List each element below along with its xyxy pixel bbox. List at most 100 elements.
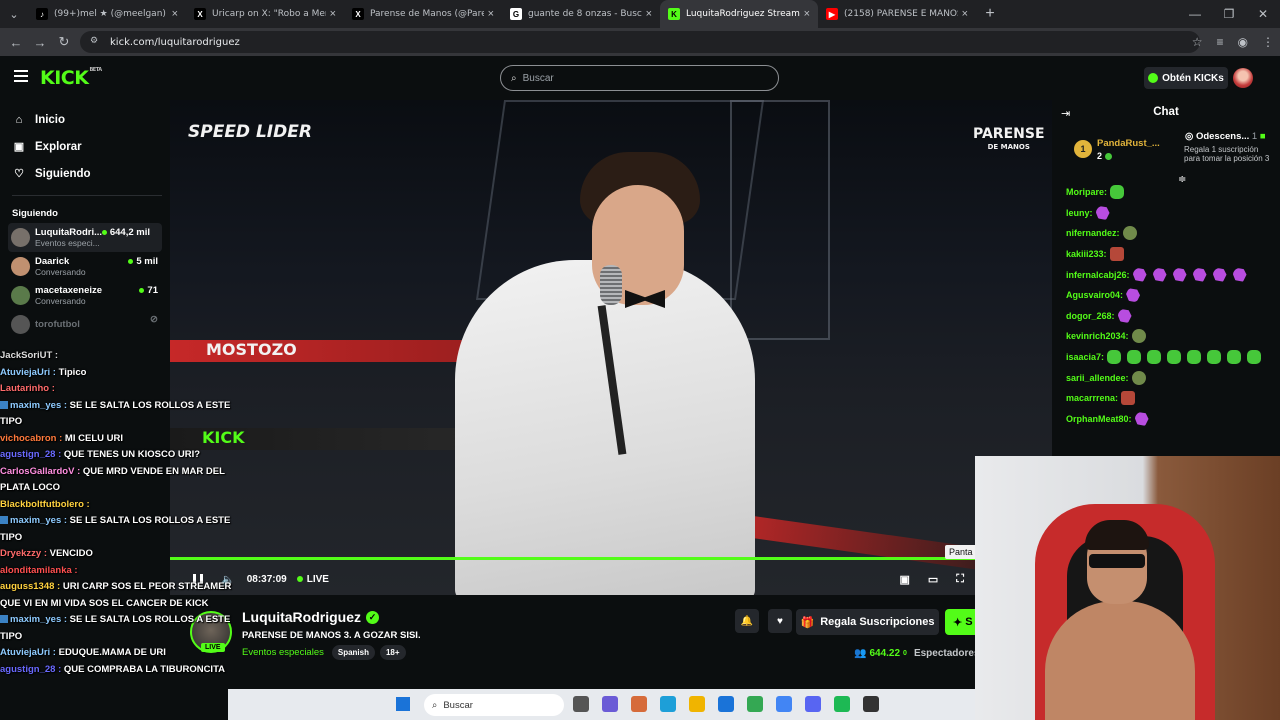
following-channel[interactable]: Daarick Conversando 5 mil xyxy=(0,252,170,281)
get-kicks-button[interactable]: Obtén KICKs xyxy=(1144,67,1228,89)
browser-tab[interactable]: ♪ (99+)mel ★ (@meelgan) | TikTo × xyxy=(28,0,186,28)
chat-username[interactable]: sarii_allendee: xyxy=(1066,368,1129,388)
taskbar-app-icon[interactable] xyxy=(805,696,821,712)
hamburger-menu-icon[interactable] xyxy=(14,70,28,82)
tab-search-button[interactable]: ⌄ xyxy=(0,0,28,28)
chat-username[interactable]: nifernandez: xyxy=(1066,223,1120,243)
gifter-leader[interactable]: ◎ Odescens... 1 ■ xyxy=(1185,131,1266,142)
taskbar-app-icon[interactable] xyxy=(747,696,763,712)
chat-username[interactable]: leuny: xyxy=(1066,203,1093,223)
video-player[interactable]: MOSTOZO KICK SPEED LIDER PARENSE DE MANO… xyxy=(170,100,1052,595)
browser-tab[interactable]: ▶ (2158) PARENSE E MANOS - Yo × xyxy=(818,0,976,28)
tag-language[interactable]: Spanish xyxy=(331,645,375,660)
platform-icon xyxy=(0,615,8,624)
category-link[interactable]: Eventos especiales xyxy=(242,647,324,658)
overlay-username: maxim_yes : xyxy=(10,515,68,526)
miniplayer-icon[interactable]: ▣ xyxy=(899,573,909,586)
gift-cta[interactable]: Regala 1 suscripción para tomar la posic… xyxy=(1184,145,1274,163)
overlay-username: Lautarinho : xyxy=(0,383,55,394)
taskbar-app-icon[interactable] xyxy=(834,696,850,712)
reading-list-icon[interactable]: ≡ xyxy=(1217,35,1224,49)
taskbar-app-icon[interactable] xyxy=(718,696,734,712)
notification-bell-icon[interactable]: 🔔 xyxy=(735,609,759,633)
streamer-name[interactable]: LuquitaRodriguez ✓ xyxy=(242,609,379,625)
overlay-chat-line: vichocabron : MI CELU URI xyxy=(0,431,232,448)
taskbar-app-icon[interactable] xyxy=(776,696,792,712)
emote-icon xyxy=(1212,267,1227,282)
back-arrow-icon[interactable]: ← xyxy=(4,35,28,50)
following-channel[interactable]: LuquitaRodri... Eventos especi... 644,2 … xyxy=(8,223,162,252)
tab-close-icon[interactable]: × xyxy=(646,8,652,20)
chat-message: leuny: xyxy=(1066,203,1276,224)
chat-username[interactable]: OrphanMeat80: xyxy=(1066,409,1132,429)
chat-message: nifernandez: xyxy=(1066,223,1276,244)
taskbar-app-icon[interactable] xyxy=(863,696,879,712)
chat-username[interactable]: kevinrich2034: xyxy=(1066,326,1129,346)
windows-start-icon[interactable] xyxy=(396,697,410,711)
site-info-icon[interactable]: ⚙ xyxy=(90,36,102,48)
following-channel[interactable]: torofutbol ⊘ xyxy=(0,310,170,339)
chat-username[interactable]: infernalcabj26: xyxy=(1066,265,1130,285)
overlay-username: CarlosGallardoV : xyxy=(0,465,81,477)
gift-subs-button[interactable]: 🎁 Regala Suscripciones xyxy=(796,609,939,635)
chat-username[interactable]: kakiii233: xyxy=(1066,244,1107,264)
browser-tab[interactable]: X Uricarp on X: "Robo a Memuel" × xyxy=(186,0,344,28)
emote-icon xyxy=(1227,350,1242,365)
browser-tab[interactable]: X Parense de Manos (@ParenseD × xyxy=(344,0,502,28)
taskbar-app-icon[interactable] xyxy=(689,696,705,712)
tab-close-icon[interactable]: × xyxy=(962,8,968,20)
bookmark-star-icon[interactable]: ☆ xyxy=(1192,35,1203,49)
tab-close-icon[interactable]: × xyxy=(488,8,494,20)
taskbar-app-icon[interactable] xyxy=(602,696,618,712)
following-channel[interactable]: macetaxeneize Conversando 71 xyxy=(0,281,170,310)
kicks-coin-icon xyxy=(1148,73,1159,83)
video-progress-bar[interactable] xyxy=(170,557,1052,560)
restore-icon[interactable]: ❐ xyxy=(1212,7,1246,21)
overlay-chat-line: Lautarinho : xyxy=(0,381,232,398)
emote-icon xyxy=(1187,350,1202,365)
profile-icon[interactable]: ◉ xyxy=(1238,35,1248,49)
chat-username[interactable]: macarrrena: xyxy=(1066,388,1118,408)
channel-viewers-count: 5 mil xyxy=(136,256,158,267)
sidebar-item-explorar[interactable]: ▣ Explorar xyxy=(12,133,170,160)
chat-username[interactable]: Agusvairo04: xyxy=(1066,285,1123,305)
kick-logo[interactable]: KICKBETA xyxy=(40,67,102,89)
forward-arrow-icon[interactable]: → xyxy=(28,35,52,50)
close-window-icon[interactable]: ✕ xyxy=(1246,7,1280,21)
browser-tab[interactable]: K LuquitaRodriguez Stream - × xyxy=(660,0,818,28)
taskbar-app-icon[interactable] xyxy=(573,696,589,712)
chat-username[interactable]: Moripare: xyxy=(1066,182,1107,202)
heart-icon: ♡ xyxy=(14,168,24,180)
browser-tab[interactable]: Gguante de 8 onzas - Buscar con × xyxy=(502,0,660,28)
sidebar-item-inicio[interactable]: ⌂ Inicio xyxy=(12,106,170,133)
chat-username[interactable]: isaacia7: xyxy=(1066,347,1104,367)
overlay-chat-line: maxim_yes : SE LE SALTA LOS ROLLOS A EST… xyxy=(0,398,232,431)
menu-kebab-icon[interactable]: ⋮ xyxy=(1262,35,1274,49)
chat-username[interactable]: dogor_268: xyxy=(1066,306,1115,326)
minimize-icon[interactable]: — xyxy=(1178,7,1212,21)
favorite-heart-icon[interactable]: ♥ xyxy=(768,609,792,633)
emote-icon xyxy=(1167,350,1182,365)
search-input[interactable]: ⌕ Buscar xyxy=(500,65,779,91)
user-avatar[interactable] xyxy=(1233,68,1253,88)
address-bar[interactable]: ⚙ kick.com/luquitarodriguez xyxy=(80,31,1200,53)
chat-message: kakiii233: xyxy=(1066,244,1276,265)
theater-mode-icon[interactable]: ▭ xyxy=(928,573,938,586)
sidebar-item-label: Siguiendo xyxy=(35,167,91,180)
new-tab-button[interactable]: + xyxy=(976,5,1004,23)
tag-mature[interactable]: 18+ xyxy=(379,645,406,660)
tab-close-icon[interactable]: × xyxy=(172,8,178,20)
tab-close-icon[interactable]: × xyxy=(330,8,336,20)
taskbar-app-icon[interactable] xyxy=(660,696,676,712)
tab-close-icon[interactable]: × xyxy=(804,8,810,20)
taskbar-app-icon[interactable] xyxy=(631,696,647,712)
taskbar-search[interactable]: ⌕ Buscar xyxy=(424,694,564,716)
taskbar-search-label: Buscar xyxy=(443,699,473,711)
search-icon: ⌕ xyxy=(511,72,517,84)
fullscreen-tooltip: Panta xyxy=(945,545,977,559)
tab-title: Parense de Manos (@ParenseD xyxy=(370,9,484,19)
sidebar-item-siguiendo[interactable]: ♡ Siguiendo xyxy=(12,160,170,187)
fullscreen-icon[interactable]: ⛶ xyxy=(956,573,964,586)
top-gifter-name[interactable]: PandaRust_... xyxy=(1097,138,1160,149)
reload-icon[interactable]: ↻ xyxy=(52,34,76,50)
